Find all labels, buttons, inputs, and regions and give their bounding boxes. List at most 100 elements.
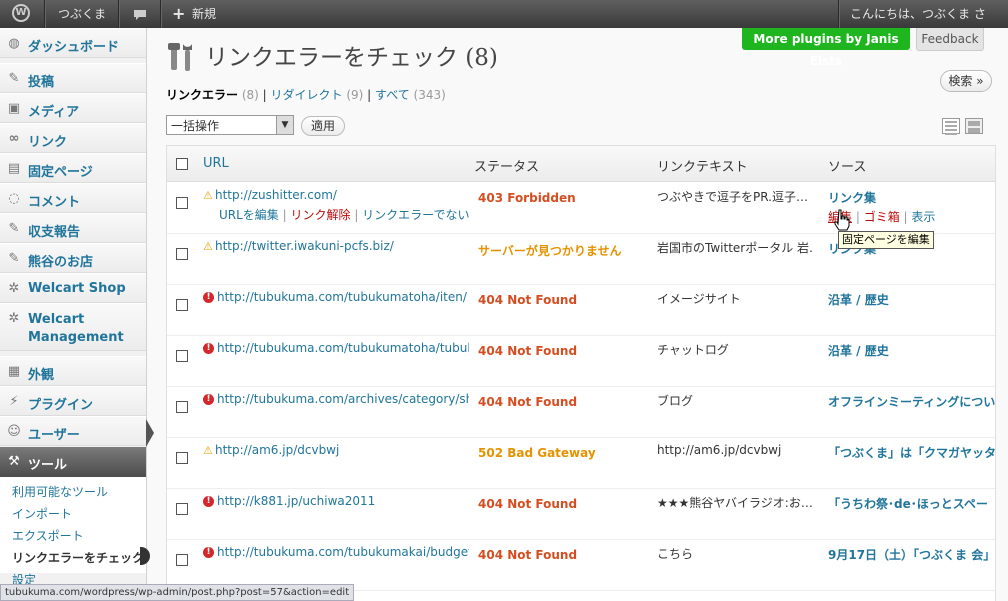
menu-links[interactable]: ∞ リンク bbox=[0, 123, 146, 153]
bulk-action-select[interactable]: 一括操作 ▼ bbox=[166, 115, 294, 135]
row-checkbox[interactable] bbox=[176, 401, 188, 413]
source-link[interactable]: 沿革 / 歴史 bbox=[828, 342, 889, 359]
filter-all-count: (343) bbox=[413, 88, 446, 102]
wordpress-logo-icon[interactable]: W bbox=[8, 0, 36, 28]
menu-tools[interactable]: ⚒ ツール bbox=[0, 447, 146, 477]
url-link[interactable]: http://tubukuma.com/archives/category/sh… bbox=[217, 392, 469, 406]
tools-submenu: 利用可能なツール インポート エクスポート リンクエラーをチェック 設定 bbox=[0, 477, 146, 587]
user-greeting[interactable]: こんにちは、つぶくま さん！ bbox=[850, 0, 1008, 49]
filter-broken[interactable]: リンクエラー bbox=[166, 88, 238, 102]
table-row: !http://tubukuma.com/tubukumatoha/tubuku… bbox=[167, 335, 995, 387]
menu-plugins[interactable]: ⚡ プラグイン bbox=[0, 386, 146, 416]
error-icon: ! bbox=[203, 496, 214, 507]
submenu-available-tools[interactable]: 利用可能なツール bbox=[12, 483, 108, 500]
menu-welcart-management[interactable]: ✲ Welcart Management bbox=[0, 303, 146, 351]
status-text: 404 Not Found bbox=[478, 293, 578, 307]
url-link[interactable]: http://twitter.iwakuni-pcfs.biz/ bbox=[215, 239, 394, 253]
link-text: つぶやきで逗子をPR.逗子… bbox=[657, 190, 808, 204]
source-link[interactable]: 9月17日（土）「つぶくま 会」の bbox=[828, 546, 995, 563]
link-text: こちら bbox=[657, 547, 694, 561]
more-plugins-button[interactable]: More plugins by Janis Elsts bbox=[742, 28, 910, 68]
edit-url-link[interactable]: URLを編集 bbox=[219, 208, 279, 222]
table-header: URL ステータス リンクテキスト ソース bbox=[167, 146, 995, 182]
divider bbox=[838, 0, 839, 28]
url-link[interactable]: http://tubukuma.com/tubukumatoha/iten/ bbox=[217, 290, 467, 304]
row-checkbox[interactable] bbox=[176, 350, 188, 362]
url-link[interactable]: http://k881.jp/uchiwa2011 bbox=[217, 494, 375, 508]
menu-posts[interactable]: ✎ 投稿 bbox=[0, 63, 146, 93]
link-text: ★★★熊谷ヤバイラジオ:お… bbox=[657, 496, 812, 510]
status-text: 404 Not Found bbox=[478, 395, 578, 409]
plugin-icon: ⚡ bbox=[9, 394, 19, 409]
plus-icon[interactable]: + bbox=[172, 0, 185, 28]
url-link[interactable]: http://zushitter.com/ bbox=[215, 188, 337, 202]
feedback-button[interactable]: Feedback bbox=[916, 28, 984, 51]
row-actions: URLを編集 | リンク解除 | リンクエラーでない bbox=[219, 208, 470, 222]
new-content-link[interactable]: 新規 bbox=[192, 0, 216, 28]
row-checkbox[interactable] bbox=[176, 197, 188, 209]
row-checkbox[interactable] bbox=[176, 452, 188, 464]
url-link[interactable]: http://tubukuma.com/tubukumatoha/tubukum… bbox=[217, 341, 469, 355]
source-link[interactable]: 「つぶくま」は「クマガヤッター bbox=[828, 444, 995, 461]
submenu-broken-links[interactable]: リンクエラーをチェック bbox=[12, 549, 144, 566]
link-icon: ∞ bbox=[8, 131, 20, 146]
source-link[interactable]: 「うちわ祭･de･ほっとスペー bbox=[828, 495, 988, 512]
page-icon: ▤ bbox=[7, 161, 21, 176]
url-link[interactable]: http://tubukuma.com/tubukumakai/budget.h… bbox=[217, 545, 469, 559]
link-text: イメージサイト bbox=[657, 292, 741, 306]
divider bbox=[44, 0, 45, 28]
error-icon: ! bbox=[203, 547, 214, 558]
not-broken-link[interactable]: リンクエラーでない bbox=[362, 208, 469, 222]
source-trash-link[interactable]: ゴミ箱 bbox=[864, 210, 900, 224]
link-text: http://am6.jp/dcvbwj bbox=[657, 443, 782, 457]
status-text: サーバーが見つかりません bbox=[478, 244, 622, 258]
table-row: ! http://tubukuma.com/archives/category/s… bbox=[167, 386, 995, 438]
row-checkbox[interactable] bbox=[176, 248, 188, 260]
menu-welcart-shop[interactable]: ✲ Welcart Shop bbox=[0, 273, 146, 303]
search-button[interactable]: 検索 » bbox=[940, 70, 992, 92]
submenu-export[interactable]: エクスポート bbox=[12, 527, 84, 544]
source-link[interactable]: オフラインミーティングについ bbox=[828, 393, 995, 410]
divider bbox=[160, 0, 161, 28]
page-title: リンクエラーをチェック (8) bbox=[205, 45, 498, 71]
source-link[interactable]: リンク集 bbox=[828, 189, 876, 206]
menu-pages[interactable]: ▤ 固定ページ bbox=[0, 153, 146, 183]
pushpin-icon: ✎ bbox=[8, 251, 20, 266]
menu-users[interactable]: ☺ ユーザー bbox=[0, 416, 146, 446]
row-checkbox[interactable] bbox=[176, 554, 188, 566]
media-icon: ▣ bbox=[7, 101, 21, 116]
admin-bar: W つぶくま + 新規 こんにちは、つぶくま さん！ bbox=[0, 0, 1008, 49]
source-link[interactable]: 沿革 / 歴史 bbox=[828, 291, 889, 308]
url-link[interactable]: http://am6.jp/dcvbwj bbox=[215, 443, 339, 457]
error-icon: ! bbox=[203, 343, 214, 354]
error-icon: ! bbox=[203, 292, 214, 303]
apply-button[interactable]: 適用 bbox=[301, 116, 345, 136]
menu-kumagaya-shops[interactable]: ✎ 熊谷のお店 bbox=[0, 243, 146, 273]
status-text: 404 Not Found bbox=[478, 344, 578, 358]
comment-icon: ◌ bbox=[8, 191, 20, 206]
menu-dashboard[interactable]: ◍ ダッシュボード bbox=[0, 28, 146, 58]
filter-all[interactable]: すべて bbox=[375, 88, 410, 102]
list-view-icon[interactable] bbox=[965, 118, 983, 134]
select-all-checkbox[interactable] bbox=[176, 158, 188, 170]
admin-sidebar: ◍ ダッシュボード ✎ 投稿 ▣ メディア ∞ リンク ▤ 固定ページ ◌ コメ… bbox=[0, 28, 147, 600]
menu-income-report[interactable]: ✎ 収支報告 bbox=[0, 213, 146, 243]
row-checkbox[interactable] bbox=[176, 503, 188, 515]
menu-comments[interactable]: ◌ コメント bbox=[0, 183, 146, 213]
warning-icon: ⚠ bbox=[203, 189, 213, 202]
table-row: ⚠ http://zushitter.com/ URLを編集 | リンク解除 | … bbox=[167, 182, 995, 234]
edit-page-tooltip: 固定ページを編集 bbox=[838, 231, 934, 249]
compact-view-icon[interactable] bbox=[942, 118, 960, 135]
submenu-import[interactable]: インポート bbox=[12, 505, 72, 522]
row-checkbox[interactable] bbox=[176, 299, 188, 311]
comment-bubble-icon[interactable] bbox=[130, 0, 150, 28]
dashboard-icon: ◍ bbox=[8, 36, 20, 51]
source-view-link[interactable]: 表示 bbox=[911, 210, 935, 224]
column-url[interactable]: URL bbox=[203, 156, 229, 171]
menu-media[interactable]: ▣ メディア bbox=[0, 93, 146, 123]
site-name-link[interactable]: つぶくま bbox=[58, 0, 106, 28]
menu-appearance[interactable]: ▦ 外観 bbox=[0, 356, 146, 386]
filter-redirects[interactable]: リダイレクト bbox=[271, 88, 343, 102]
error-icon: ! bbox=[203, 394, 214, 405]
unlink-link[interactable]: リンク解除 bbox=[290, 208, 350, 222]
